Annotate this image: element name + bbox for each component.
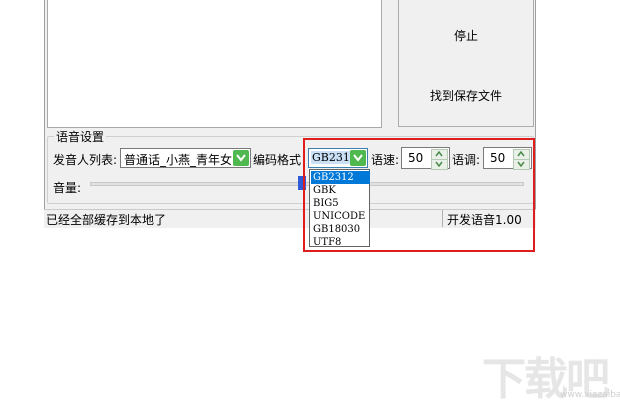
- stop-button[interactable]: 停止: [399, 27, 533, 44]
- speaker-list-label: 发音人列表:: [53, 153, 118, 167]
- side-buttons-panel: 停止 找到保存文件: [398, 0, 534, 127]
- speaker-select-value: 普通话_小燕_青年女: [124, 153, 233, 167]
- encoding-label: 编码格式: [253, 153, 302, 167]
- volume-label: 音量:: [53, 181, 82, 195]
- watermark-url: www.xiazaiba.com: [560, 390, 620, 400]
- find-saved-file-button[interactable]: 找到保存文件: [399, 87, 533, 104]
- speaker-select[interactable]: 普通话_小燕_青年女: [120, 148, 251, 168]
- status-text: 已经全部缓存到本地了: [46, 213, 167, 227]
- group-title: 语音设置: [54, 128, 107, 145]
- highlight-box: [303, 138, 535, 252]
- chevron-down-icon[interactable]: [233, 150, 249, 166]
- text-input-area[interactable]: [47, 0, 382, 128]
